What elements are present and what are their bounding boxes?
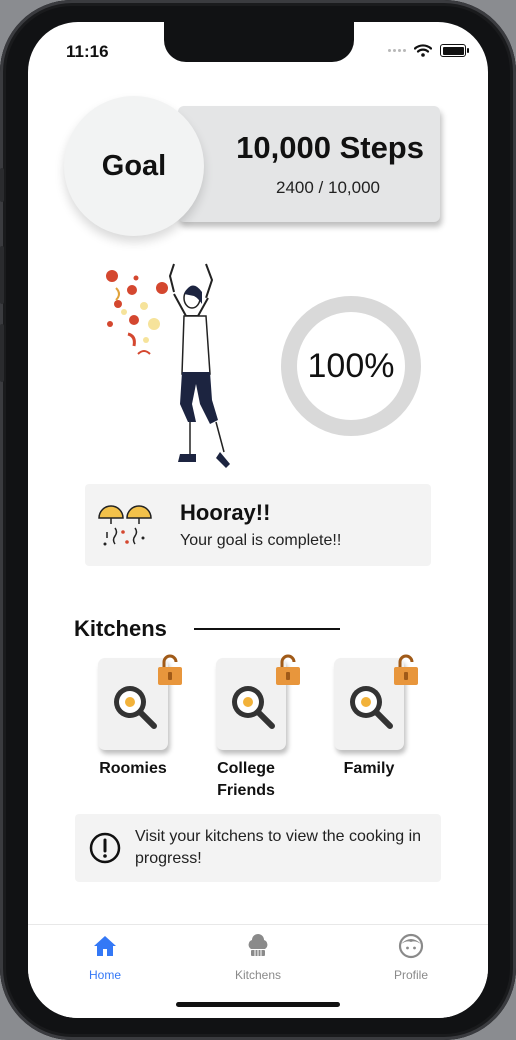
completion-percent: 100% bbox=[307, 346, 395, 385]
goal-target: 10,000 Steps bbox=[236, 130, 424, 165]
hooray-card: Hooray!! Your goal is complete!! bbox=[85, 484, 431, 566]
kitchens-divider bbox=[194, 628, 340, 630]
kitchen-tile-roomies[interactable] bbox=[98, 654, 182, 750]
tab-profile-label: Profile bbox=[393, 968, 428, 982]
goal-progress: 2400 / 10,000 bbox=[276, 178, 380, 197]
tab-home[interactable]: Home bbox=[45, 933, 165, 982]
notch bbox=[164, 22, 354, 62]
kitchen-tile-college-friends[interactable] bbox=[216, 654, 300, 750]
unlocked-padlock-icon bbox=[276, 654, 300, 685]
kitchen-tile-family[interactable] bbox=[334, 654, 418, 750]
hooray-subtitle: Your goal is complete!! bbox=[180, 532, 342, 549]
exclamation-circle-icon bbox=[89, 832, 121, 864]
kitchen-label-family[interactable]: Family bbox=[314, 758, 424, 780]
kitchen-label-college-friends[interactable]: College Friends bbox=[194, 758, 298, 802]
info-banner: Visit your kitchens to view the cooking … bbox=[75, 814, 441, 882]
tab-profile[interactable]: Profile bbox=[351, 933, 471, 982]
frying-pan-icon bbox=[232, 686, 275, 729]
volume-up-button bbox=[0, 246, 4, 304]
kitchens-heading: Kitchens bbox=[74, 616, 167, 641]
unlocked-padlock-icon bbox=[394, 654, 418, 685]
status-time: 11:16 bbox=[66, 42, 109, 61]
tab-kitchens[interactable]: Kitchens bbox=[198, 933, 318, 982]
status-icons bbox=[388, 44, 469, 57]
chef-hat-icon bbox=[248, 934, 268, 956]
wifi-icon bbox=[414, 44, 432, 57]
tab-home-label: Home bbox=[88, 968, 121, 982]
signal-dots-icon bbox=[388, 49, 406, 52]
mute-switch bbox=[0, 168, 4, 202]
kitchen-label-roomies[interactable]: Roomies bbox=[78, 758, 188, 780]
party-popper-icon bbox=[98, 505, 152, 546]
volume-down-button bbox=[0, 324, 4, 382]
unlocked-padlock-icon bbox=[158, 654, 182, 685]
battery-icon bbox=[440, 44, 469, 57]
app-screen: 11:16 10,000 Steps 2400 / 10,000 Goal 10… bbox=[28, 22, 488, 1018]
goal-badge: Goal bbox=[64, 96, 204, 236]
tab-kitchens-label: Kitchens bbox=[234, 968, 282, 982]
hooray-title: Hooray!! bbox=[180, 500, 271, 525]
home-icon bbox=[94, 936, 116, 956]
home-indicator[interactable] bbox=[176, 1002, 340, 1007]
phone-frame: 11:16 10,000 Steps 2400 / 10,000 Goal 10… bbox=[0, 0, 516, 1040]
frying-pan-icon bbox=[114, 686, 157, 729]
goal-card: 10,000 Steps 2400 / 10,000 bbox=[178, 106, 440, 222]
goal-label: Goal bbox=[101, 149, 167, 182]
celebration-illustration bbox=[106, 263, 230, 468]
info-text: Visit your kitchens to view the cooking … bbox=[135, 828, 422, 867]
face-icon bbox=[398, 933, 424, 959]
frying-pan-icon bbox=[350, 686, 393, 729]
